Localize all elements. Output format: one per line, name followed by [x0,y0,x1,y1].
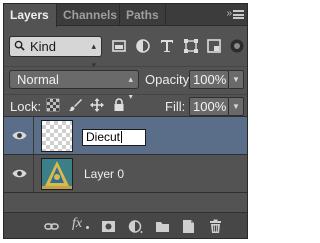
layer-name-value: Diecut [86,130,121,144]
visibility-toggle[interactable] [4,155,34,192]
fill-value: 100% [193,99,227,114]
new-adjustment-layer-icon[interactable] [128,219,143,234]
add-mask-icon[interactable] [101,219,116,234]
filter-kind-select[interactable]: Kind ▴ ▾ [9,36,102,70]
layers-panel: Layers Channels Paths » Kind ▴ ▾ Normal … [3,3,248,239]
layer-thumbnail[interactable] [41,120,73,152]
pixel-layer-filter-icon[interactable] [111,38,127,54]
lock-row: Lock: Fill: 100% ▼ [4,94,247,118]
fill-input[interactable]: 100% [189,97,229,116]
filter-row: Kind ▴ ▾ [4,36,247,70]
collapse-panel-icon[interactable]: » [226,8,231,19]
filter-kind-label: Kind [30,39,57,54]
tab-paths[interactable]: Paths [120,4,166,26]
link-layers-icon[interactable] [44,219,59,234]
search-icon [14,40,25,51]
tab-channels[interactable]: Channels [57,4,120,26]
blend-mode-value: Normal [17,72,59,87]
blend-row: Normal ▴ ▾ Opacity: 100% ▼ [4,66,247,101]
layer-name: Layer 0 [84,167,125,181]
opacity-label: Opacity: [145,72,193,87]
add-layer-style-icon[interactable]: fx [72,216,82,232]
layer-thumbnail-image [42,159,72,189]
layers-list: Diecut Layer 0 [4,116,247,212]
fill-label: Fill: [165,99,186,114]
lock-label: Lock: [10,99,42,114]
type-layer-filter-icon[interactable] [159,38,175,54]
new-group-icon[interactable] [155,219,170,234]
adjustment-layer-filter-icon[interactable] [135,38,151,54]
layer-thumbnail[interactable] [41,158,73,190]
layer-row-diecut[interactable]: Diecut [4,117,247,155]
opacity-input[interactable]: 100% [189,70,229,89]
new-layer-icon[interactable] [181,219,196,234]
smart-object-filter-icon[interactable] [206,38,222,54]
shape-layer-filter-icon[interactable] [183,38,199,54]
lock-image-pixels-icon[interactable] [68,98,82,112]
layer-row-layer-0[interactable]: Layer 0 [4,155,247,193]
eye-icon [12,169,27,178]
opacity-dropdown-icon[interactable]: ▼ [229,70,244,89]
layer-name-input[interactable]: Diecut [82,129,146,146]
fill-dropdown-icon[interactable]: ▼ [229,97,244,116]
delete-layer-icon[interactable] [208,219,223,234]
panel-menu-icon[interactable] [232,8,245,21]
blend-mode-select[interactable]: Normal ▴ ▾ [9,70,139,101]
filter-toggle-icon[interactable] [229,38,245,54]
lock-position-icon[interactable] [90,98,104,112]
tab-layers[interactable]: Layers [4,4,57,27]
lock-all-icon[interactable] [112,98,126,112]
text-caret [121,131,123,143]
visibility-toggle[interactable] [4,117,34,154]
opacity-value: 100% [193,72,227,87]
add-layer-style-menu-dot [86,226,89,229]
eye-icon [12,131,27,140]
panel-footer: fx [4,212,247,238]
panel-tab-bar: Layers Channels Paths » [4,4,247,27]
lock-transparent-pixels-icon[interactable] [46,98,60,112]
